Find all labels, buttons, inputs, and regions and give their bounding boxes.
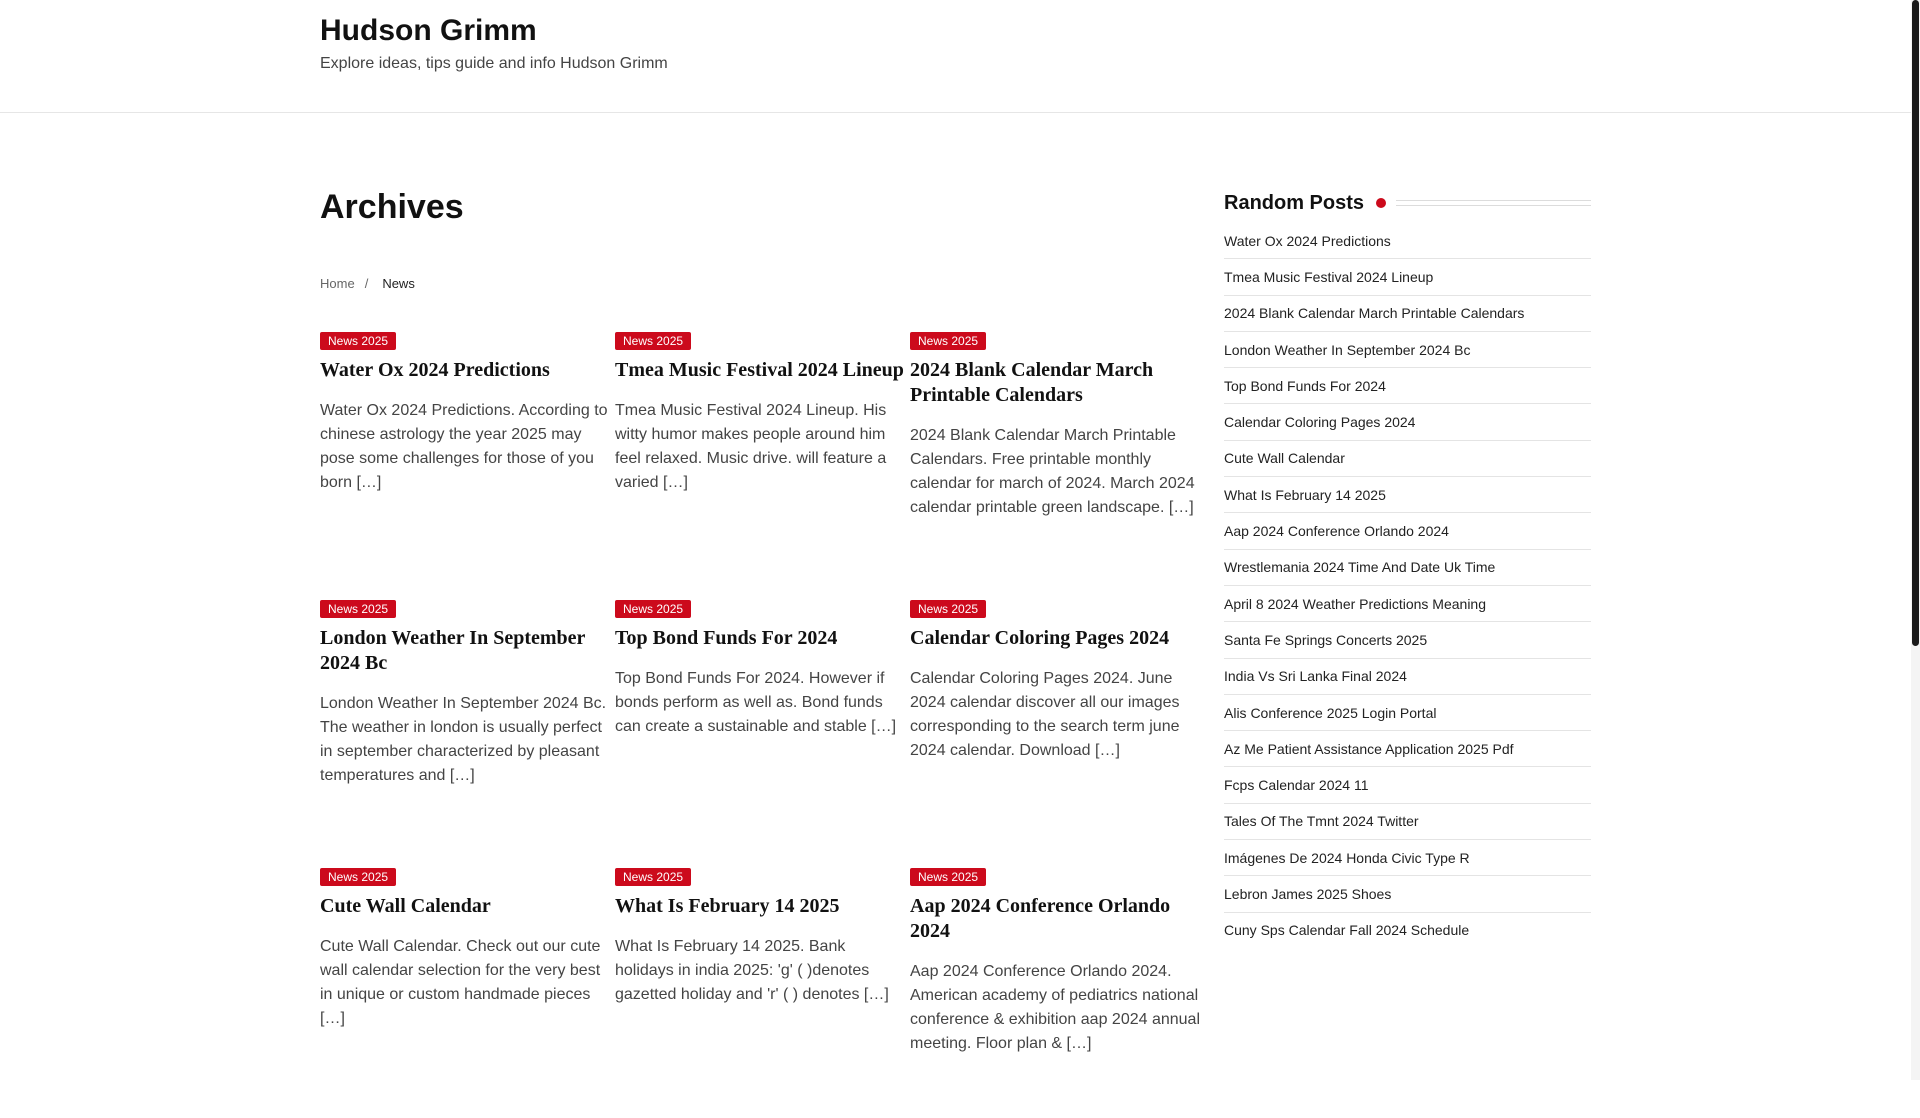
list-item: Wrestlemania 2024 Time And Date Uk Time (1224, 550, 1591, 586)
post-title-link[interactable]: What Is February 14 2025 (615, 894, 905, 919)
page-title: Archives (320, 188, 464, 226)
list-item: Lebron James 2025 Shoes (1224, 876, 1591, 913)
random-post-link[interactable]: Tales Of The Tmnt 2024 Twitter (1224, 812, 1419, 830)
red-dot-icon (1376, 198, 1387, 208)
breadcrumb: Home / News (320, 275, 415, 293)
site-header: Hudson Grimm Explore ideas, tips guide a… (0, 0, 1911, 113)
random-post-link[interactable]: Santa Fe Springs Concerts 2025 (1224, 631, 1427, 649)
list-item: Cute Wall Calendar (1224, 441, 1591, 478)
post-card: News 2025 2024 Blank Calendar March Prin… (910, 332, 1200, 600)
post-excerpt: Tmea Music Festival 2024 Lineup. His wit… (615, 402, 887, 491)
list-item: India Vs Sri Lanka Final 2024 (1224, 659, 1591, 695)
post-card: News 2025 London Weather In September 20… (320, 600, 615, 868)
random-post-link[interactable]: Lebron James 2025 Shoes (1224, 885, 1391, 903)
post-title-link[interactable]: London Weather In September 2024 Bc (320, 626, 610, 676)
breadcrumb-home-link[interactable]: Home (320, 276, 355, 291)
post-card: News 2025 Cute Wall Calendar Cute Wall C… (320, 868, 615, 1118)
category-badge[interactable]: News 2025 (320, 600, 397, 618)
post-excerpt: Top Bond Funds For 2024. However if bond… (615, 670, 897, 735)
breadcrumb-current: News (382, 276, 415, 291)
post-card: News 2025 Water Ox 2024 Predictions Wate… (320, 332, 615, 600)
site-description: Explore ideas, tips guide and info Hudso… (320, 55, 668, 72)
post-grid: News 2025 Water Ox 2024 Predictions Wate… (320, 332, 1200, 1118)
post-card: News 2025 What Is February 14 2025 What … (615, 868, 910, 1118)
random-post-link[interactable]: Cuny Sps Calendar Fall 2024 Schedule (1224, 921, 1469, 939)
list-item: 2024 Blank Calendar March Printable Cale… (1224, 296, 1591, 332)
widget-title: Random Posts (1224, 192, 1365, 214)
list-item: Fcps Calendar 2024 11 (1224, 767, 1591, 804)
list-item: Alis Conference 2025 Login Portal (1224, 695, 1591, 732)
list-item: Tmea Music Festival 2024 Lineup (1224, 259, 1591, 296)
list-item: Cuny Sps Calendar Fall 2024 Schedule (1224, 913, 1591, 948)
post-card: News 2025 Tmea Music Festival 2024 Lineu… (615, 332, 910, 600)
random-post-link[interactable]: Alis Conference 2025 Login Portal (1224, 704, 1436, 722)
random-post-link[interactable]: 2024 Blank Calendar March Printable Cale… (1224, 304, 1524, 322)
random-post-link[interactable]: Calendar Coloring Pages 2024 (1224, 413, 1415, 431)
post-title-link[interactable]: Tmea Music Festival 2024 Lineup (615, 358, 905, 383)
post-excerpt: London Weather In September 2024 Bc. The… (320, 695, 607, 784)
list-item: Imágenes De 2024 Honda Civic Type R (1224, 840, 1591, 877)
list-item: What Is February 14 2025 (1224, 477, 1591, 514)
page-scrollbar[interactable] (1911, 0, 1920, 1080)
post-title-link[interactable]: Top Bond Funds For 2024 (615, 626, 905, 651)
random-post-link[interactable]: Water Ox 2024 Predictions (1224, 232, 1391, 250)
post-excerpt: Cute Wall Calendar. Check out our cute w… (320, 938, 601, 1027)
list-item: Top Bond Funds For 2024 (1224, 368, 1591, 405)
list-item: Tales Of The Tmnt 2024 Twitter (1224, 804, 1591, 841)
post-title-link[interactable]: Aap 2024 Conference Orlando 2024 (910, 894, 1200, 944)
random-post-link[interactable]: Fcps Calendar 2024 11 (1224, 776, 1369, 794)
post-title-link[interactable]: Cute Wall Calendar (320, 894, 610, 919)
post-title-link[interactable]: Calendar Coloring Pages 2024 (910, 626, 1200, 651)
widget-header: Random Posts (1224, 189, 1591, 217)
list-item: April 8 2024 Weather Predictions Meaning (1224, 586, 1591, 623)
category-badge[interactable]: News 2025 (320, 868, 397, 886)
site-title[interactable]: Hudson Grimm (320, 13, 537, 49)
random-post-link[interactable]: What Is February 14 2025 (1224, 486, 1386, 504)
post-excerpt: Calendar Coloring Pages 2024. June 2024 … (910, 670, 1180, 759)
scrollbar-thumb[interactable] (1912, 0, 1919, 646)
random-post-link[interactable]: London Weather In September 2024 Bc (1224, 341, 1470, 359)
random-post-link[interactable]: April 8 2024 Weather Predictions Meaning (1224, 595, 1486, 613)
post-excerpt: 2024 Blank Calendar March Printable Cale… (910, 427, 1195, 516)
list-item: Water Ox 2024 Predictions (1224, 223, 1591, 260)
category-badge[interactable]: News 2025 (910, 868, 987, 886)
category-badge[interactable]: News 2025 (320, 332, 397, 350)
sidebar: Random Posts Water Ox 2024 Predictions T… (1224, 189, 1591, 948)
random-posts-list: Water Ox 2024 Predictions Tmea Music Fes… (1224, 223, 1591, 948)
random-post-link[interactable]: Cute Wall Calendar (1224, 449, 1345, 467)
post-card: News 2025 Top Bond Funds For 2024 Top Bo… (615, 600, 910, 868)
post-excerpt: Water Ox 2024 Predictions. According to … (320, 402, 608, 491)
random-post-link[interactable]: Tmea Music Festival 2024 Lineup (1224, 268, 1433, 286)
random-post-link[interactable]: Imágenes De 2024 Honda Civic Type R (1224, 849, 1470, 867)
random-post-link[interactable]: Wrestlemania 2024 Time And Date Uk Time (1224, 558, 1495, 576)
random-post-link[interactable]: Aap 2024 Conference Orlando 2024 (1224, 522, 1449, 540)
list-item: Az Me Patient Assistance Application 202… (1224, 731, 1591, 768)
random-post-link[interactable]: Az Me Patient Assistance Application 202… (1224, 740, 1514, 758)
category-badge[interactable]: News 2025 (910, 600, 987, 618)
list-item: Calendar Coloring Pages 2024 (1224, 404, 1591, 441)
random-post-link[interactable]: India Vs Sri Lanka Final 2024 (1224, 667, 1407, 685)
post-title-link[interactable]: 2024 Blank Calendar March Printable Cale… (910, 358, 1200, 408)
post-excerpt: What Is February 14 2025. Bank holidays … (615, 938, 889, 1003)
category-badge[interactable]: News 2025 (615, 600, 692, 618)
post-excerpt: Aap 2024 Conference Orlando 2024. Americ… (910, 963, 1200, 1052)
post-title-link[interactable]: Water Ox 2024 Predictions (320, 358, 610, 383)
category-badge[interactable]: News 2025 (615, 332, 692, 350)
category-badge[interactable]: News 2025 (910, 332, 987, 350)
list-item: London Weather In September 2024 Bc (1224, 332, 1591, 369)
category-badge[interactable]: News 2025 (615, 868, 692, 886)
list-item: Aap 2024 Conference Orlando 2024 (1224, 513, 1591, 550)
list-item: Santa Fe Springs Concerts 2025 (1224, 622, 1591, 659)
random-post-link[interactable]: Top Bond Funds For 2024 (1224, 377, 1386, 395)
widget-divider (1396, 200, 1591, 206)
post-card: News 2025 Calendar Coloring Pages 2024 C… (910, 600, 1200, 868)
breadcrumb-separator: / (364, 276, 369, 291)
post-card: News 2025 Aap 2024 Conference Orlando 20… (910, 868, 1200, 1118)
